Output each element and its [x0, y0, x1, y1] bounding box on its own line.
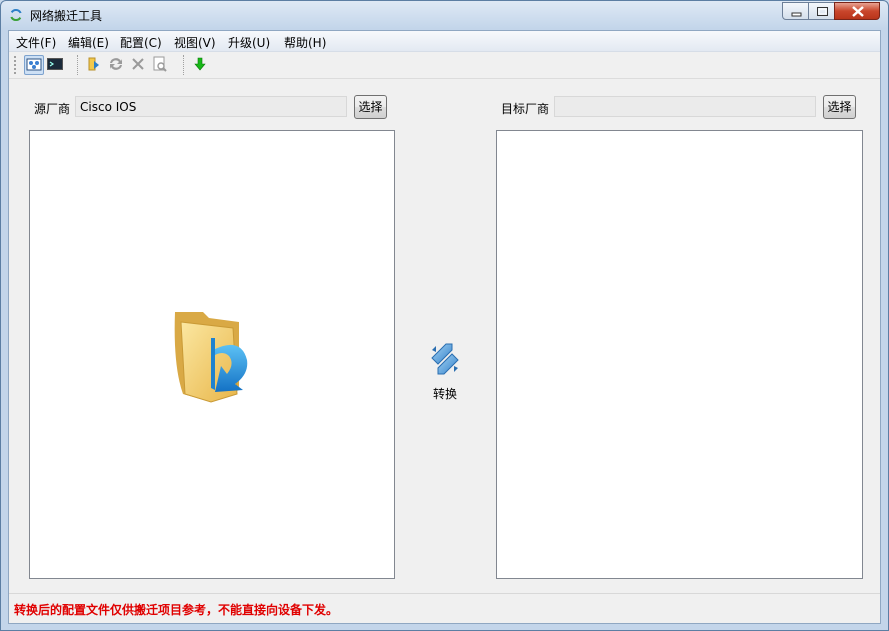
- terminal-view-icon: [47, 58, 63, 70]
- open-file-button[interactable]: [85, 55, 105, 75]
- maximize-button[interactable]: [808, 2, 835, 20]
- close-icon: [852, 6, 864, 17]
- terminal-view-button[interactable]: [46, 55, 66, 75]
- minimize-button[interactable]: [782, 2, 809, 20]
- app-icon: [10, 8, 22, 22]
- status-divider: [9, 593, 880, 594]
- target-vendor-field[interactable]: [554, 96, 816, 117]
- source-vendor-label: 源厂商: [34, 102, 71, 116]
- client-area: 文件(F) 编辑(E) 配置(C) 视图(V) 升级(U) 帮助(H) 源厂商 …: [8, 30, 881, 624]
- target-vendor-label: 目标厂商: [501, 102, 550, 116]
- window-title: 网络搬迁工具: [30, 9, 103, 23]
- target-select-button[interactable]: 选择: [823, 95, 856, 119]
- menu-edit[interactable]: 编辑(E): [68, 34, 109, 51]
- toolbar-grip[interactable]: [14, 56, 18, 74]
- graphic-view-button[interactable]: [24, 55, 44, 75]
- convert-icon: [110, 58, 122, 70]
- maximize-icon: [817, 7, 828, 16]
- menu-config[interactable]: 配置(C): [120, 34, 162, 51]
- open-file-icon: [88, 57, 99, 71]
- preview-button[interactable]: [151, 55, 171, 75]
- close-button[interactable]: [834, 2, 880, 20]
- toolbar: [9, 52, 880, 79]
- graphic-view-icon: [26, 58, 42, 71]
- delete-button[interactable]: [129, 55, 149, 75]
- menu-view[interactable]: 视图(V): [174, 34, 216, 51]
- convert-arrows-icon[interactable]: [428, 342, 462, 376]
- download-icon: [194, 57, 206, 71]
- menu-file[interactable]: 文件(F): [16, 34, 56, 51]
- convert-label[interactable]: 转换: [433, 385, 457, 402]
- title-bar[interactable]: 网络搬迁工具: [1, 1, 888, 29]
- preview-icon: [153, 56, 167, 72]
- menu-help[interactable]: 帮助(H): [284, 34, 326, 51]
- source-select-button[interactable]: 选择: [354, 95, 387, 119]
- minimize-icon: [791, 12, 802, 17]
- target-config-pane[interactable]: [496, 130, 863, 579]
- delete-icon: [132, 58, 144, 70]
- menu-upgrade[interactable]: 升级(U): [228, 34, 270, 51]
- download-button[interactable]: [191, 55, 211, 75]
- convert-toolbar-button[interactable]: [107, 55, 127, 75]
- source-vendor-field[interactable]: Cisco IOS: [75, 96, 347, 117]
- application-window: 网络搬迁工具 文件(F) 编辑(E) 配置(C) 视图(V) 升级(U) 帮助(…: [0, 0, 889, 631]
- status-message: 转换后的配置文件仅供搬迁项目参考，不能直接向设备下发。: [14, 603, 339, 617]
- folder-arrow-icon: [174, 312, 248, 403]
- source-config-pane[interactable]: [29, 130, 395, 579]
- toolbar-separator: [183, 55, 185, 75]
- toolbar-separator: [77, 55, 79, 75]
- menu-bar: 文件(F) 编辑(E) 配置(C) 视图(V) 升级(U) 帮助(H): [9, 31, 880, 52]
